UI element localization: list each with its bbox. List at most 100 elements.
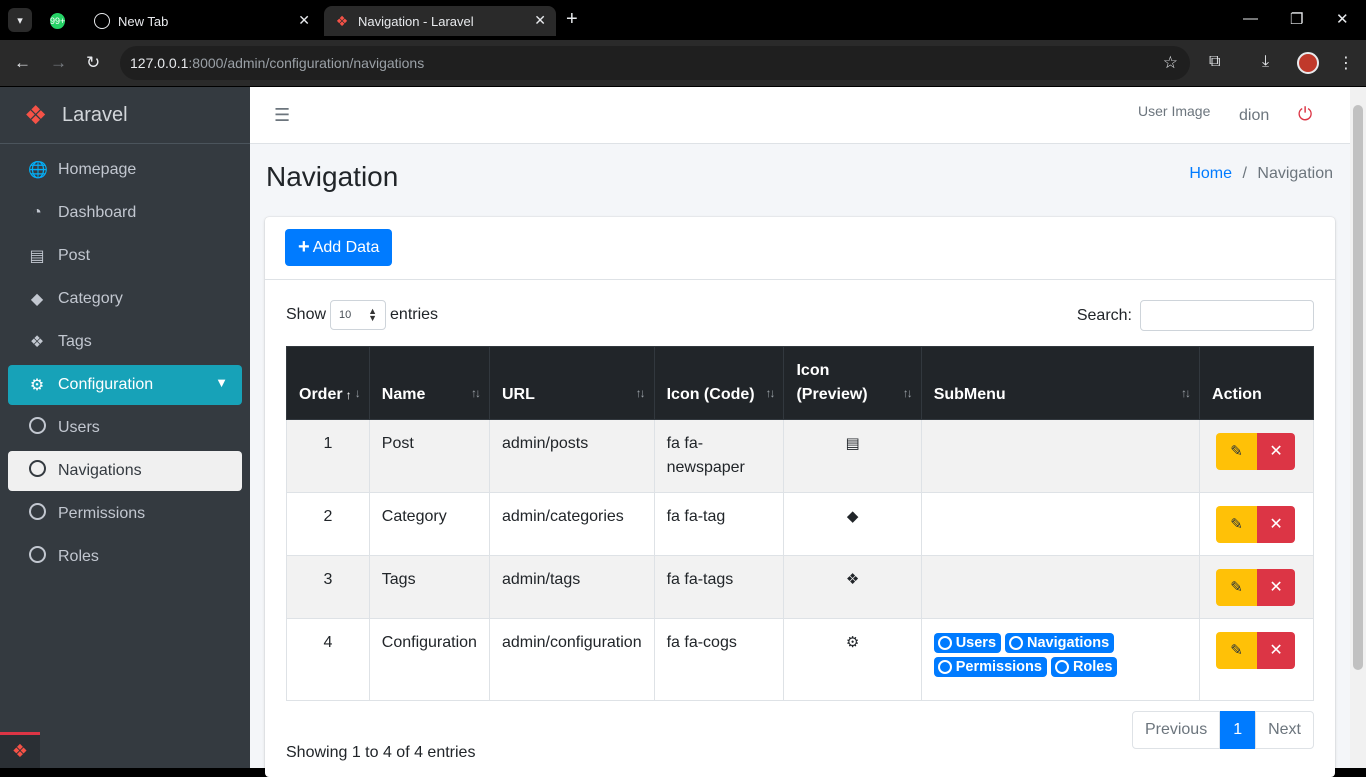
newspaper-icon: ▤	[29, 248, 45, 265]
app-page: ❖ Laravel 🌐 Homepage ◔ Dashboard ▤ Post ◆ Ca…	[0, 87, 1366, 777]
forward-icon[interactable]: →	[50, 53, 67, 73]
back-icon[interactable]: ←	[14, 53, 31, 73]
bookmark-star-icon[interactable]: ☆	[1163, 53, 1178, 73]
laravel-debugbar-icon[interactable]: ❖	[0, 732, 40, 768]
delete-button[interactable]: ✕	[1257, 569, 1296, 606]
new-tab-button[interactable]: +	[566, 8, 578, 31]
brand-link[interactable]: ❖ Laravel	[0, 87, 250, 144]
tab-search-button[interactable]: ▾	[8, 8, 32, 32]
column-header-icon-preview[interactable]: Icon (Preview) ↑↓	[783, 346, 922, 420]
whatsapp-tab[interactable]: 99+	[50, 6, 70, 36]
edit-button[interactable]: ✎	[1216, 569, 1258, 606]
sidebar-item-post[interactable]: ▤ Post	[8, 236, 242, 276]
sidebar-item-roles[interactable]: Roles	[8, 537, 242, 577]
user-image[interactable]: User Image	[1138, 103, 1210, 119]
select-arrows-icon: ▲ ▼	[368, 306, 378, 323]
cell-action: ✎ ✕	[1199, 419, 1314, 493]
add-data-button[interactable]: + Add Data	[285, 229, 393, 266]
newspaper-icon: ▤	[845, 435, 860, 452]
submenu-badge-navigations[interactable]: Navigations	[1005, 633, 1115, 653]
laravel-icon: ❖	[335, 12, 349, 29]
cell-icon-preview: ◆	[783, 492, 922, 556]
circle-icon	[1054, 660, 1069, 674]
cell-submenu	[920, 419, 1201, 493]
column-header-order[interactable]: Order ↑ ↓	[286, 346, 370, 420]
edit-button[interactable]: ✎	[1216, 632, 1258, 669]
cell-icon-preview: ⚙	[783, 618, 922, 701]
sort-icon: ↑↓	[635, 386, 646, 400]
circle-icon	[28, 546, 46, 568]
pagination-next[interactable]: Next	[1255, 711, 1314, 749]
column-header-name[interactable]: Name ↑↓	[368, 346, 490, 420]
laravel-logo-icon: ❖	[24, 100, 48, 130]
url-text: 127.0.0.1:8000/admin/configuration/navig…	[130, 55, 425, 71]
plus-icon: +	[298, 236, 310, 258]
submenu-badge-permissions[interactable]: Permissions	[933, 657, 1047, 677]
breadcrumb-home-link[interactable]: Home	[1189, 165, 1232, 182]
sort-icon: ↑↓	[470, 386, 481, 400]
navigation-table: Order ↑ ↓ Name ↑↓ URL ↑↓ Icon (Code) ↑↓ Icon …	[286, 346, 1314, 701]
pagination-previous[interactable]: Previous	[1131, 711, 1221, 749]
profile-avatar[interactable]	[1297, 52, 1319, 74]
circle-icon	[28, 460, 46, 482]
edit-button[interactable]: ✎	[1216, 433, 1258, 470]
sidebar-item-permissions[interactable]: Permissions	[8, 494, 242, 534]
sidebar-item-category[interactable]: ◆ Category	[8, 279, 242, 319]
cell-url: admin/posts	[488, 419, 655, 493]
close-tab-icon[interactable]: ✕	[534, 12, 546, 29]
sidebar-item-users[interactable]: Users	[8, 408, 242, 448]
hamburger-menu-icon[interactable]: ☰	[274, 105, 290, 126]
submenu-badge-users[interactable]: Users	[933, 633, 1002, 653]
cell-action: ✎ ✕	[1199, 555, 1314, 619]
cell-icon-code: fa fa-cogs	[653, 618, 785, 701]
cell-order: 4	[286, 618, 370, 701]
sidebar-item-homepage[interactable]: 🌐 Homepage	[8, 150, 242, 190]
table-row: 3 Tags admin/tags fa fa-tags ❖ ✎ ✕	[286, 555, 1314, 619]
sidebar-menu: 🌐 Homepage ◔ Dashboard ▤ Post ◆ Category ❖ Ta…	[0, 144, 250, 586]
column-header-submenu[interactable]: SubMenu ↑↓	[920, 346, 1201, 420]
delete-button[interactable]: ✕	[1257, 632, 1296, 669]
globe-icon	[94, 13, 110, 29]
sidebar: ❖ Laravel 🌐 Homepage ◔ Dashboard ▤ Post ◆ Ca…	[0, 87, 250, 768]
brand-name: Laravel	[62, 103, 128, 126]
circle-icon	[937, 636, 952, 650]
column-header-icon-code[interactable]: Icon (Code) ↑↓	[653, 346, 785, 420]
close-window-icon[interactable]: ✕	[1336, 10, 1349, 28]
cogs-icon: ⚙	[29, 377, 45, 394]
extensions-icon[interactable]: ⧉	[1209, 53, 1220, 71]
submenu-badge-roles[interactable]: Roles	[1050, 657, 1118, 677]
pagination-page-1[interactable]: 1	[1220, 711, 1256, 749]
tab-new-tab[interactable]: New Tab ✕	[84, 6, 320, 36]
close-tab-icon[interactable]: ✕	[298, 12, 310, 29]
tags-icon: ❖	[845, 571, 860, 588]
sidebar-item-configuration[interactable]: ⚙ Configuration ▼	[8, 365, 242, 405]
address-bar[interactable]: i 127.0.0.1:8000/admin/configuration/nav…	[120, 46, 1190, 591]
minimize-icon[interactable]: —	[1243, 10, 1258, 27]
restore-icon[interactable]: ❐	[1290, 10, 1303, 28]
column-header-url[interactable]: URL ↑↓	[488, 346, 655, 420]
chevron-down-icon: ▼	[215, 375, 228, 390]
tab-navigation-laravel[interactable]: ❖ Navigation - Laravel ✕	[324, 6, 556, 36]
entries-select[interactable]: 10 ▲ ▼	[330, 300, 387, 330]
cell-action: ✎ ✕	[1199, 618, 1314, 701]
cell-order: 3	[286, 555, 370, 619]
delete-button[interactable]: ✕	[1257, 506, 1296, 543]
page-title: Navigation	[266, 161, 399, 192]
cell-icon-code: fa fa-tag	[653, 492, 785, 556]
sidebar-item-tags[interactable]: ❖ Tags	[8, 322, 242, 362]
cell-order: 1	[286, 419, 370, 493]
reload-icon[interactable]: ↻	[86, 53, 100, 73]
sidebar-item-navigations[interactable]: Navigations	[8, 451, 242, 491]
menu-kebab-icon[interactable]: ⋮	[1338, 53, 1354, 73]
navigation-card: + Add Data Show 10 ▲ ▼ entries Search: Orde…	[265, 217, 1335, 777]
download-icon[interactable]: ⤓	[1262, 53, 1269, 71]
search-input[interactable]	[1140, 300, 1314, 331]
sidebar-item-dashboard[interactable]: ◔ Dashboard	[8, 193, 242, 233]
edit-button[interactable]: ✎	[1216, 506, 1258, 543]
page-scrollbar[interactable]	[1350, 87, 1366, 768]
user-name[interactable]: dion	[1239, 107, 1269, 125]
logout-power-icon[interactable]: ⏻	[1298, 104, 1312, 125]
sort-icon: ↑↓	[765, 386, 775, 400]
scrollbar-thumb[interactable]	[1353, 105, 1363, 670]
delete-button[interactable]: ✕	[1257, 433, 1296, 470]
